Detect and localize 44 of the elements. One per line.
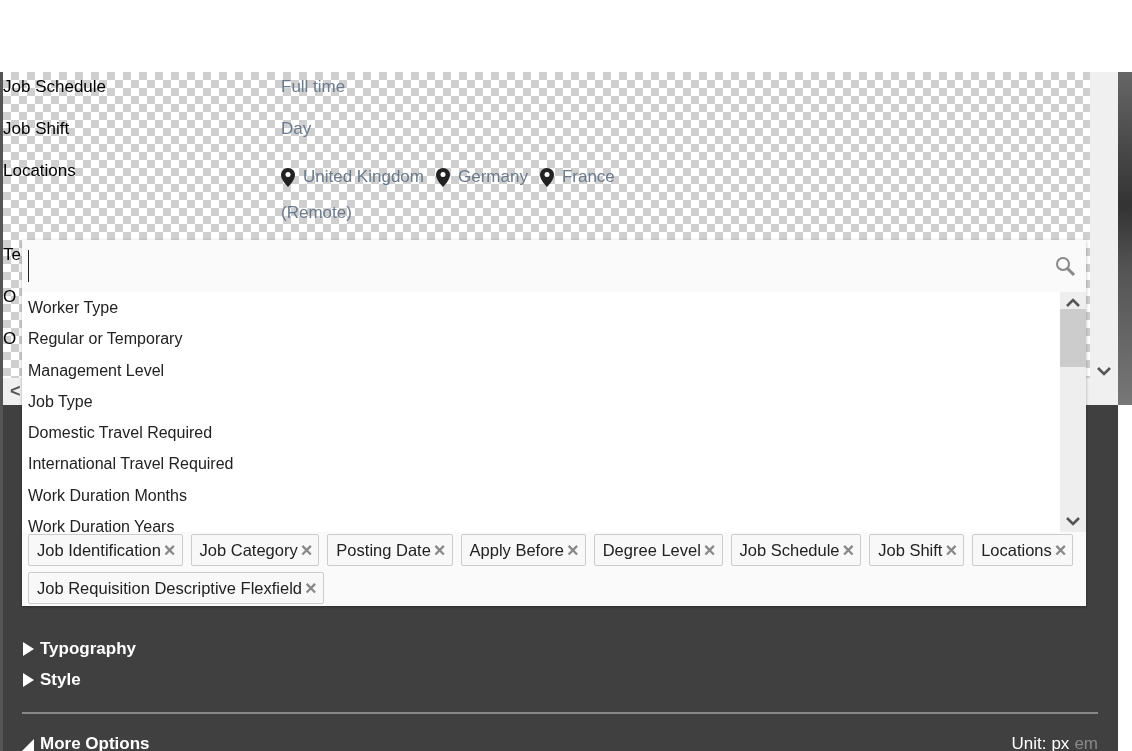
location-value: Germany [457, 166, 528, 188]
chip-label: Job Identification [37, 540, 161, 560]
chip-label: Job Shift [878, 540, 943, 560]
field-label: O [3, 287, 17, 306]
field-label: O [3, 329, 17, 348]
scroll-thumb[interactable] [1060, 309, 1086, 367]
map-pin-icon [281, 167, 295, 187]
caret-right-icon[interactable] [22, 641, 34, 656]
chip-label: Job Category [199, 540, 298, 560]
location-value: France [561, 166, 615, 188]
chevron-up-icon[interactable] [1066, 298, 1080, 307]
map-pin-icon [435, 167, 450, 187]
chip-label: Job Requisition Descriptive Flexfield [37, 578, 303, 598]
search-field[interactable] [22, 240, 1086, 292]
chip-label: Degree Level [602, 540, 701, 560]
chip-label: Locations [981, 540, 1052, 560]
field-label: Job Shift [3, 119, 70, 138]
field-option[interactable]: Work Duration Months [28, 479, 1060, 512]
section-toggle[interactable]: Typography [22, 633, 1098, 664]
field-value: Full time [281, 76, 346, 98]
section-toggle[interactable]: Style [22, 664, 1098, 695]
field-label: Te [3, 245, 21, 264]
field-option[interactable]: Management Level [28, 354, 1060, 386]
field-value: Day [281, 118, 312, 140]
chevron-down-icon[interactable] [1097, 367, 1111, 376]
location-value: United Kingdom [303, 166, 424, 188]
chevron-down-icon[interactable] [1066, 517, 1080, 526]
field-option[interactable]: Job Type [28, 385, 1060, 418]
field-option[interactable]: Work Duration Years [28, 511, 1060, 532]
map-pin-icon [539, 167, 554, 187]
field-option[interactable]: International Travel Required [28, 448, 1060, 480]
scroll-left-arrow[interactable]: < [10, 381, 21, 402]
field-option[interactable]: Domestic Travel Required [28, 417, 1060, 449]
chip-label: Posting Date [336, 540, 431, 560]
field-option[interactable]: Worker Type [28, 292, 1060, 324]
unit-label: Unit: [1011, 733, 1047, 751]
field-option[interactable]: Regular or Temporary [28, 323, 1060, 355]
chip-label: Job Schedule [739, 540, 840, 560]
chip-label: Apply Before [469, 540, 564, 560]
field-label: Locations [3, 161, 76, 180]
caret-right-icon[interactable] [22, 672, 34, 687]
field-value: (Remote) [281, 202, 352, 224]
search-icon[interactable] [1055, 255, 1076, 277]
field-label: Job Schedule [3, 77, 107, 96]
